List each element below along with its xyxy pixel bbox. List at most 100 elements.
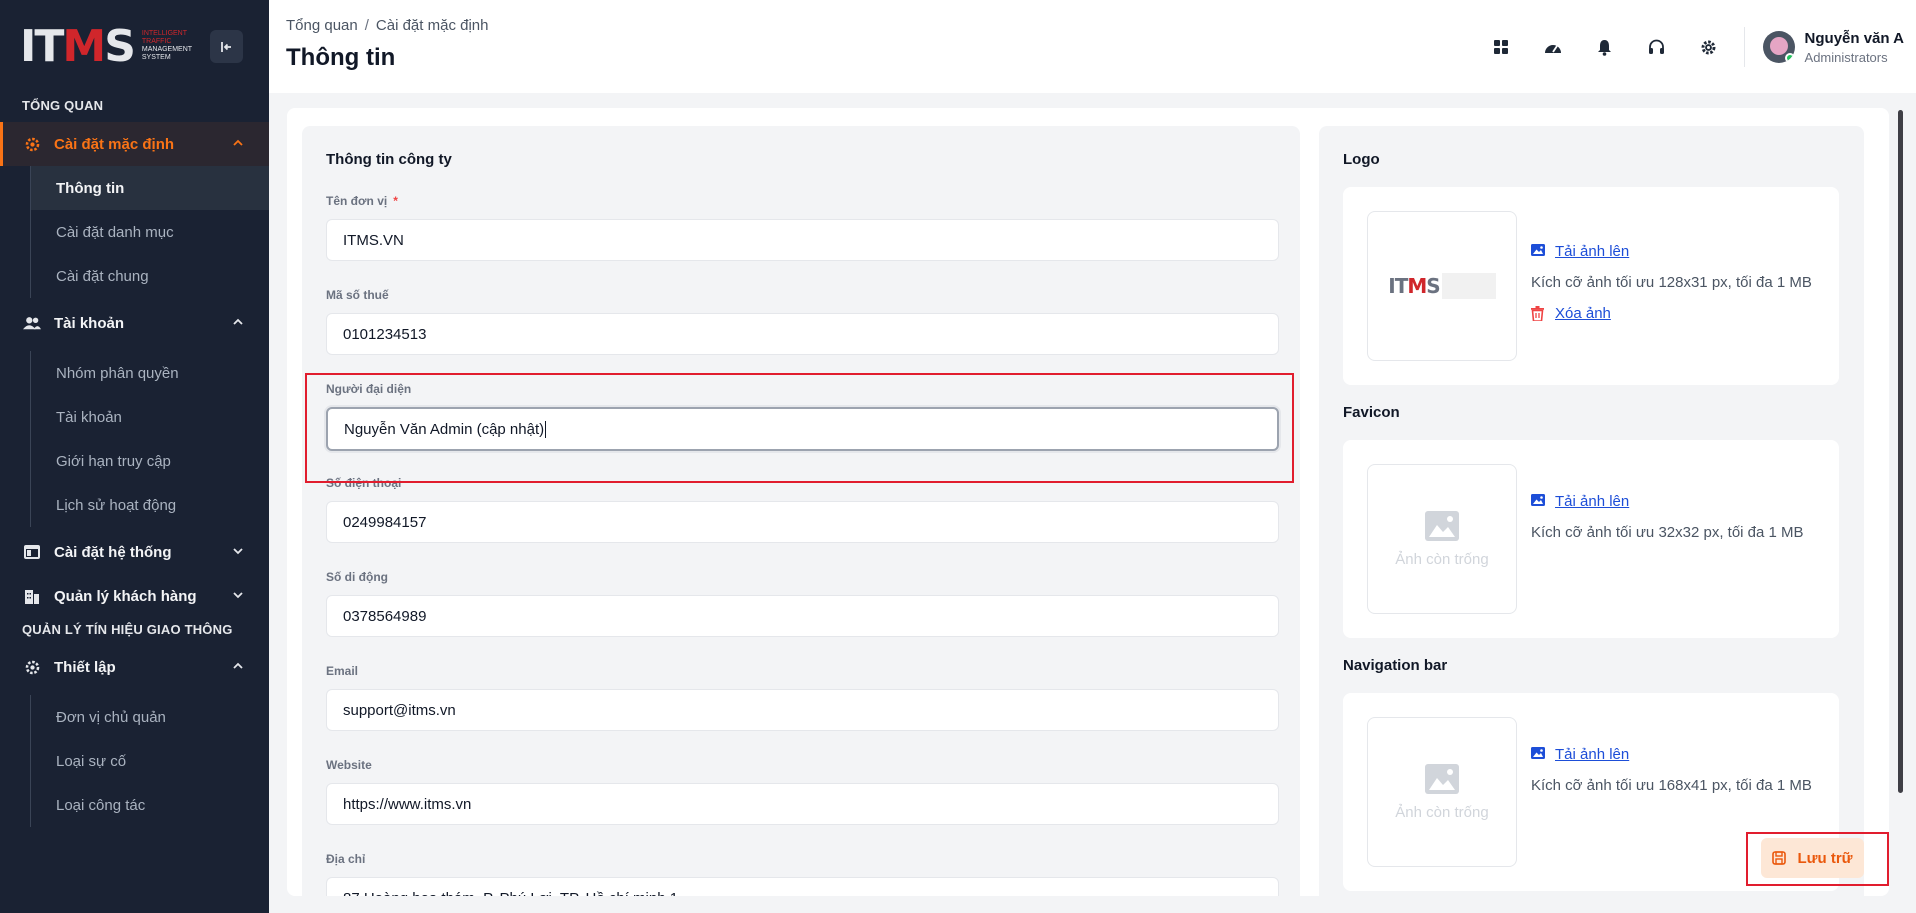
- nav-label: Cài đặt hệ thống: [54, 543, 172, 561]
- chevron-down-icon: [233, 548, 243, 555]
- user-menu[interactable]: Nguyễn văn A Administrators: [1762, 30, 1904, 65]
- settings-button[interactable]: [1692, 30, 1726, 64]
- chevron-up-icon: [233, 318, 243, 325]
- email-input[interactable]: support@itms.vn: [326, 689, 1279, 731]
- representative-label: Người đại diện: [326, 382, 412, 396]
- navbar-upload-link[interactable]: Tải ảnh lên: [1531, 746, 1812, 763]
- sidebar-item-activity-history[interactable]: Lịch sử hoạt động: [31, 483, 269, 527]
- sidebar-item-governing-unit[interactable]: Đơn vị chủ quản: [31, 695, 269, 739]
- tax-code-label: Mã số thuế: [326, 288, 389, 302]
- company-info-title: Thông tin công ty: [326, 151, 452, 168]
- sidebar-item-category-settings[interactable]: Cài đặt danh mục: [31, 210, 269, 254]
- logo-preview: ITMS: [1388, 273, 1496, 299]
- sidebar-item-incident-types[interactable]: Loại sự cố: [31, 739, 269, 783]
- navbar-size-hint: Kích cỡ ảnh tối ưu 168x41 px, tối đa 1 M…: [1531, 777, 1812, 794]
- bell-icon: [1598, 39, 1612, 56]
- window-icon: [22, 542, 42, 562]
- save-icon: [1772, 850, 1787, 866]
- sidebar-item-accounts[interactable]: Tài khoản: [31, 395, 269, 439]
- phone-input[interactable]: 0249984157: [326, 501, 1279, 543]
- dashboard-button[interactable]: [1536, 30, 1570, 64]
- text-caret: [545, 420, 547, 438]
- favicon-thumbnail: Ảnh còn trống: [1367, 464, 1517, 614]
- breadcrumb-overview[interactable]: Tổng quan: [286, 17, 358, 34]
- save-button[interactable]: Lưu trữ: [1761, 838, 1864, 878]
- page-scrollbar[interactable]: [1898, 110, 1903, 793]
- mobile-input[interactable]: 0378564989: [326, 595, 1279, 637]
- brand-logo: ITMS INTELLIGENT TRAFFIC MANAGEMENT SYST…: [20, 21, 200, 72]
- building-icon: [22, 586, 42, 606]
- website-label: Website: [326, 758, 372, 772]
- logo-sub-line: SYSTEM: [141, 54, 171, 61]
- nav-default-settings[interactable]: Cài đặt mặc định: [0, 122, 269, 166]
- nav-label: Tài khoản: [54, 314, 125, 332]
- logo-title: Logo: [1343, 151, 1380, 168]
- support-button[interactable]: [1640, 30, 1674, 64]
- logo-sub-line: MANAGEMENT: [141, 46, 193, 53]
- company-info-card: Thông tin công ty Tên đơn vị * ITMS.VN Mã…: [302, 126, 1300, 896]
- navbar-upload-actions: Tải ảnh lên Kích cỡ ảnh tối ưu 168x41 px…: [1531, 746, 1812, 808]
- collapse-sidebar-button[interactable]: [210, 30, 243, 63]
- logo-upload-link[interactable]: Tải ảnh lên: [1531, 243, 1812, 260]
- nav-system-settings[interactable]: Cài đặt hệ thống: [0, 530, 269, 574]
- upload-label: Tải ảnh lên: [1555, 243, 1630, 260]
- gear-icon: [1701, 40, 1716, 54]
- apps-button[interactable]: [1484, 30, 1518, 64]
- representative-value: Nguyễn Văn Admin (cập nhật): [344, 420, 545, 438]
- navbar-empty-text: Ảnh còn trống: [1395, 803, 1489, 821]
- logo-delete-link[interactable]: Xóa ảnh: [1531, 305, 1812, 322]
- sidebar-item-general-settings[interactable]: Cài đặt chung: [31, 254, 269, 298]
- section-label-overview: TỔNG QUAN: [22, 98, 104, 113]
- online-status-dot: [1784, 53, 1795, 63]
- favicon-empty-text: Ảnh còn trống: [1395, 550, 1489, 568]
- logo-upload-panel: ITMS Tải ảnh lên Kích cỡ ảnh tối ưu 128x…: [1343, 187, 1839, 385]
- sidebar-item-permission-groups[interactable]: Nhóm phân quyền: [31, 351, 269, 395]
- user-name: Nguyễn văn A: [1804, 29, 1904, 47]
- unit-name-input[interactable]: ITMS.VN: [326, 219, 1279, 261]
- setup-submenu: Đơn vị chủ quản Loại sự cố Loại công tác: [30, 695, 269, 827]
- chevron-down-icon: [233, 592, 243, 599]
- avatar: [1762, 31, 1795, 63]
- favicon-upload-link[interactable]: Tải ảnh lên: [1531, 493, 1804, 510]
- logo-sub-line: INTELLIGENT: [141, 30, 188, 37]
- nav-customer-management[interactable]: Quản lý khách hàng: [0, 574, 269, 618]
- website-input[interactable]: https://www.itms.vn: [326, 783, 1279, 825]
- nav-accounts[interactable]: Tài khoản: [0, 301, 269, 345]
- image-placeholder-icon: [1425, 763, 1459, 794]
- mobile-label: Số di động: [326, 570, 388, 584]
- section-label-traffic: QUẢN LÝ TÍN HIỆU GIAO THÔNG: [22, 622, 233, 637]
- nav-label: Cài đặt mặc định: [54, 135, 175, 153]
- header-divider: [1743, 27, 1745, 67]
- sidebar-item-access-limits[interactable]: Giới hạn truy cập: [31, 439, 269, 483]
- chevron-up-icon: [233, 139, 243, 146]
- default-settings-submenu: Thông tin Cài đặt danh mục Cài đặt chung: [30, 166, 269, 298]
- required-mark: *: [393, 194, 398, 208]
- address-input[interactable]: 87 Hoàng hoa thám, P. Phú Lợi, TP. Hồ ch…: [326, 877, 1279, 896]
- nav-setup[interactable]: Thiết lập: [0, 645, 269, 689]
- users-icon: [22, 313, 42, 333]
- save-label: Lưu trữ: [1797, 849, 1853, 867]
- sidebar-item-info[interactable]: Thông tin: [31, 166, 269, 210]
- tax-code-input[interactable]: 0101234513: [326, 313, 1279, 355]
- main-content: Thông tin công ty Tên đơn vị * ITMS.VN Mã…: [287, 108, 1889, 896]
- gauge-icon: [1544, 45, 1561, 53]
- user-info: Nguyễn văn A Administrators: [1805, 30, 1904, 65]
- notifications-button[interactable]: [1588, 30, 1622, 64]
- gear-icon: [22, 657, 42, 677]
- nav-label: Thiết lập: [54, 658, 116, 676]
- headset-icon: [1649, 39, 1665, 54]
- chevron-up-icon: [233, 662, 243, 669]
- favicon-size-hint: Kích cỡ ảnh tối ưu 32x32 px, tối đa 1 MB: [1531, 524, 1804, 541]
- favicon-upload-panel: Ảnh còn trống Tải ảnh lên Kích cỡ ảnh tố…: [1343, 440, 1839, 638]
- navbar-title: Navigation bar: [1343, 657, 1448, 674]
- breadcrumb-separator: /: [364, 17, 369, 34]
- representative-input[interactable]: Nguyễn Văn Admin (cập nhật): [326, 407, 1279, 451]
- collapse-left-icon: [220, 41, 231, 52]
- top-header: Tổng quan / Cài đặt mặc định Thông tin Ngu…: [269, 0, 1916, 93]
- logo-thumbnail: ITMS: [1367, 211, 1517, 361]
- breadcrumb-default-settings[interactable]: Cài đặt mặc định: [376, 17, 489, 34]
- logo-size-hint: Kích cỡ ảnh tối ưu 128x31 px, tối đa 1 M…: [1531, 274, 1812, 291]
- upload-label: Tải ảnh lên: [1555, 746, 1630, 763]
- logo-row: ITMS INTELLIGENT TRAFFIC MANAGEMENT SYST…: [0, 0, 269, 92]
- sidebar-item-task-types[interactable]: Loại công tác: [31, 783, 269, 827]
